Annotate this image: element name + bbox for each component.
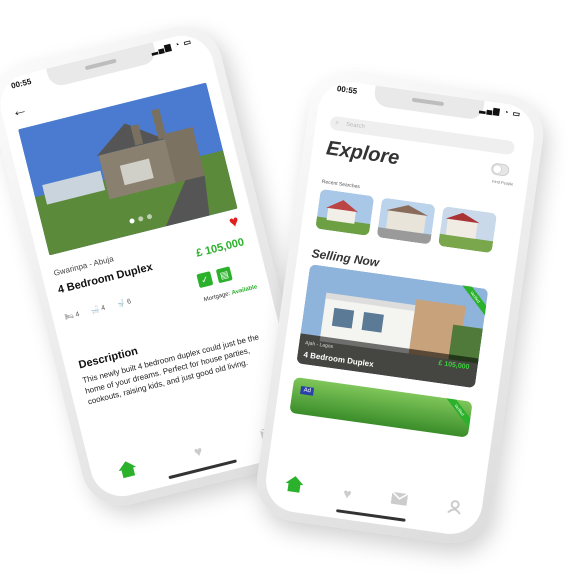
status-bar: 00:55 ▂▄▆ ◔ ▭ [336, 84, 522, 124]
bedroom-spec: 🛏 4 [64, 310, 81, 322]
description-text: This newly built 4 bedroom duplex could … [81, 332, 260, 407]
bathroom-count: 4 [100, 304, 106, 312]
status-time: 00:55 [10, 76, 33, 91]
bed-icon: 🛏 [64, 312, 75, 322]
mail-icon[interactable] [390, 491, 409, 511]
phone-explore: 00:55 ▂▄▆ ◔ ▭ ⌕ Search Explore Find Peop… [251, 67, 549, 549]
home-icon[interactable] [284, 474, 305, 497]
verified-badge: Verified [442, 395, 473, 432]
page-title: Explore [324, 137, 401, 170]
verified-badge: Verified [458, 282, 489, 319]
toilet-icon: 🚽 [116, 299, 127, 309]
toilet-count: 6 [126, 297, 132, 306]
toilet-spec: 🚽 6 [116, 297, 132, 309]
property-price: £ 105,000 [195, 236, 246, 260]
status-bar: 00:55 ▂▄▆ ◔ ▭ [10, 37, 194, 96]
mortgage-label: Mortgage: [203, 290, 232, 304]
property-specs: 🛏 4 🛁 4 🚽 6 [64, 297, 132, 322]
back-arrow-icon[interactable]: ← [10, 101, 30, 122]
signal-wifi-battery-icon: ▂▄▆ ◔ ▭ [479, 104, 522, 119]
listing-card[interactable]: Ajah - Lagos 4 Bedroom Duplex £ 105,000 … [296, 264, 489, 389]
favorite-heart-icon[interactable]: ♥ [227, 213, 241, 233]
recent-search-thumb[interactable] [315, 188, 375, 236]
property-photo[interactable] [17, 82, 238, 256]
recent-searches-list [315, 188, 498, 254]
verified-ribbon: Verified [452, 282, 489, 321]
recent-search-thumb[interactable] [438, 206, 498, 254]
recent-search-thumb[interactable] [376, 197, 436, 245]
ad-label: Ad [300, 386, 315, 396]
search-icon: ⌕ [334, 119, 340, 127]
signal-wifi-battery-icon: ▂▄▆ ◔ ▭ [150, 36, 193, 56]
mortgage-value: Available [231, 284, 258, 297]
bathroom-spec: 🛁 4 [90, 304, 106, 315]
mortgage-status: Mortgage: Available [203, 284, 258, 303]
profile-icon[interactable] [446, 498, 463, 519]
bedroom-count: 4 [74, 310, 81, 319]
home-icon[interactable] [114, 456, 141, 483]
ad-card[interactable]: Ad Verified [289, 376, 473, 438]
explore-screen: 00:55 ▂▄▆ ◔ ▭ ⌕ Search Explore Find Peop… [261, 77, 539, 539]
search-placeholder: Search [345, 121, 366, 131]
recent-searches-heading: Recent Searches [321, 178, 361, 191]
status-time: 00:55 [336, 84, 358, 96]
heart-icon[interactable]: ♥ [185, 438, 212, 465]
checkmark-icon[interactable]: ✓ [196, 271, 214, 289]
find-people-label: Find People [491, 178, 514, 187]
verified-ribbon: Verified [436, 395, 473, 434]
find-people-toggle[interactable] [490, 162, 510, 177]
bathtub-icon: 🛁 [90, 306, 101, 316]
document-icon[interactable]: ▤ [215, 266, 233, 284]
heart-icon[interactable]: ♥ [342, 485, 352, 502]
